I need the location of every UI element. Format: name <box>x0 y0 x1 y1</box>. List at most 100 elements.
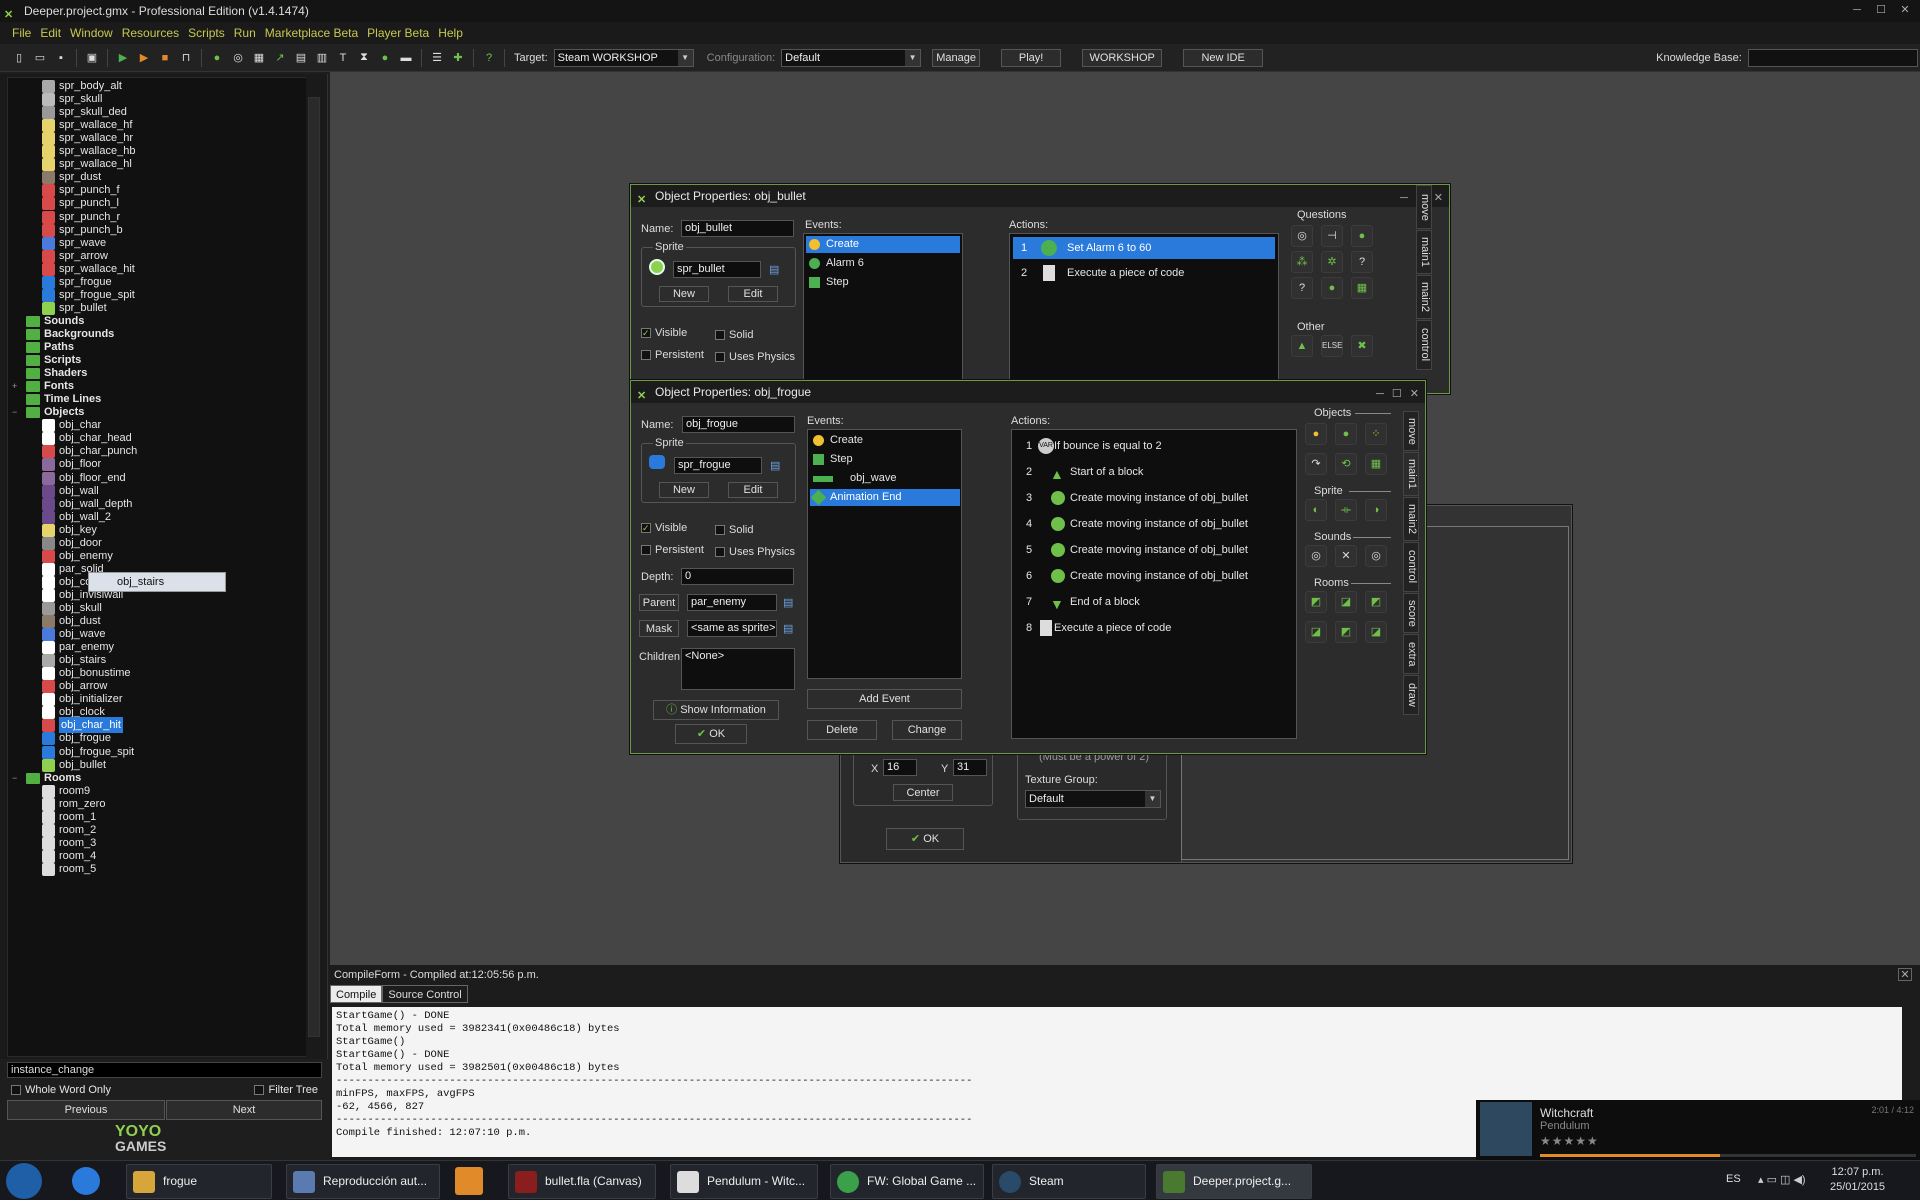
lib-check-next-icon[interactable]: ◪ <box>1365 621 1387 643</box>
track-progress[interactable] <box>1540 1154 1721 1157</box>
run-icon[interactable]: ▶ <box>114 49 132 67</box>
play-button[interactable]: Play! <box>1001 48 1062 67</box>
tab-move[interactable]: move <box>1403 411 1419 451</box>
maximize-icon[interactable]: ☐ <box>1392 383 1402 405</box>
menu-scripts[interactable]: Scripts <box>188 26 225 40</box>
show-information-button[interactable]: ⓘ Show Information <box>653 700 779 720</box>
minimize-icon[interactable]: ─ <box>1848 3 1866 17</box>
save-icon[interactable]: ▪ <box>52 49 70 67</box>
path-icon[interactable]: ↗ <box>271 49 289 67</box>
new-sprite-button[interactable]: New <box>659 286 709 302</box>
lib-question-icon[interactable]: ? <box>1351 251 1373 273</box>
tab-draw[interactable]: draw <box>1403 675 1419 715</box>
name-input[interactable]: obj_bullet <box>681 220 794 237</box>
lib-test-icon[interactable]: ⊣ <box>1321 225 1343 247</box>
font-icon[interactable]: T <box>334 49 352 67</box>
maximize-icon[interactable]: ☐ <box>1872 3 1890 17</box>
timeline-icon[interactable]: ⧗ <box>355 49 373 67</box>
menu-resources[interactable]: Resources <box>122 26 179 40</box>
tab-source-control[interactable]: Source Control <box>382 985 468 1003</box>
ok-button[interactable]: ✔ OK <box>675 724 747 744</box>
configuration-select[interactable]: Default ▼ <box>781 48 922 67</box>
parent-button[interactable]: Parent <box>639 594 679 611</box>
solid-checkbox[interactable]: Solid <box>715 524 753 536</box>
expand-icon[interactable]: + <box>12 378 17 394</box>
mask-button[interactable]: Mask <box>639 620 679 637</box>
lib-create-random-icon[interactable]: ⁘ <box>1365 423 1387 445</box>
sprite-menu-icon[interactable]: ▤ <box>770 459 780 472</box>
persistent-checkbox[interactable]: Persistent <box>641 349 704 361</box>
stop-icon[interactable]: ■ <box>156 49 174 67</box>
lib-test-icon[interactable]: ● <box>1321 277 1343 299</box>
tab-main1[interactable]: main1 <box>1416 230 1432 274</box>
taskbar-item-chrome[interactable]: FW: Global Game ... <box>830 1164 984 1199</box>
menu-file[interactable]: File <box>12 26 31 40</box>
tree-item-room[interactable]: room_5 <box>42 861 96 877</box>
tab-move[interactable]: move <box>1416 185 1432 229</box>
shader-icon[interactable]: ▥ <box>313 49 331 67</box>
event-step[interactable]: Step <box>810 451 960 468</box>
parent-input[interactable]: par_enemy <box>687 594 777 611</box>
close-icon[interactable]: ✕ <box>1898 968 1912 981</box>
lib-check-sound-icon[interactable]: ◎ <box>1365 545 1387 567</box>
sound-icon[interactable]: ◎ <box>229 49 247 67</box>
name-input[interactable]: obj_frogue <box>682 416 795 433</box>
event-create[interactable]: Create <box>810 432 960 449</box>
taskbar-item-gamemaker[interactable]: Deeper.project.g... <box>1156 1164 1312 1199</box>
lib-test-icon[interactable]: ✲ <box>1321 251 1343 273</box>
taskbar-item-flash[interactable]: bullet.fla (Canvas) <box>508 1164 656 1199</box>
ie-icon[interactable] <box>72 1167 100 1195</box>
sprite-input[interactable]: spr_frogue <box>674 457 762 474</box>
resource-tree[interactable]: spr_body_alt spr_skull spr_skull_ded spr_wa… <box>7 77 307 1057</box>
lib-change-instance-icon[interactable]: ↷ <box>1305 453 1327 475</box>
tab-extra[interactable]: extra <box>1403 634 1419 674</box>
lib-test-icon[interactable]: ⁂ <box>1291 251 1313 273</box>
sprite-ok-button[interactable]: ✔ OK <box>886 828 964 850</box>
add-event-button[interactable]: Add Event <box>807 689 962 709</box>
room-icon[interactable]: ▬ <box>397 49 415 67</box>
taskbar-item-media-player[interactable]: Reproducción aut... <box>286 1164 440 1199</box>
solid-checkbox[interactable]: Solid <box>715 329 753 341</box>
origin-y-input[interactable]: 31 <box>953 759 987 776</box>
minimize-icon[interactable]: ─ <box>1400 187 1408 209</box>
depth-input[interactable]: 0 <box>681 568 794 585</box>
lib-previous-room-icon[interactable]: ◩ <box>1305 591 1327 613</box>
actions-list[interactable]: 1 VAR If bounce is equal to 2 2 ▲ Start of a… <box>1011 429 1297 739</box>
lib-question-icon[interactable]: ? <box>1291 277 1313 299</box>
lib-next-room-icon[interactable]: ◪ <box>1335 591 1357 613</box>
mask-input[interactable]: <same as sprite> <box>687 620 777 637</box>
lib-check-previous-icon[interactable]: ◩ <box>1335 621 1357 643</box>
rating-stars-icon[interactable]: ★★★★★ <box>1540 1134 1599 1148</box>
language-indicator[interactable]: ES <box>1726 1173 1741 1185</box>
sprite-icon[interactable]: ● <box>208 49 226 67</box>
lib-transform-sprite-icon[interactable]: ⟛ <box>1335 499 1357 521</box>
tab-control[interactable]: control <box>1416 320 1432 370</box>
tab-main1[interactable]: main1 <box>1403 452 1419 496</box>
action-row[interactable]: 7 ▼ End of a block <box>1014 591 1294 613</box>
menu-run[interactable]: Run <box>234 26 256 40</box>
minimize-icon[interactable]: ─ <box>1376 383 1384 405</box>
lib-different-room-icon[interactable]: ◪ <box>1305 621 1327 643</box>
parent-menu-icon[interactable]: ▤ <box>783 596 793 609</box>
menu-player[interactable]: Player Beta <box>367 26 429 40</box>
sprite-menu-icon[interactable]: ▤ <box>769 263 779 276</box>
lib-destroy-instance-icon[interactable]: ⟲ <box>1335 453 1357 475</box>
tab-score[interactable]: score <box>1403 593 1419 633</box>
lib-test-icon[interactable]: ◎ <box>1291 225 1313 247</box>
action-row[interactable]: 2 ▲ Start of a block <box>1014 461 1294 483</box>
tab-main2[interactable]: main2 <box>1416 275 1432 319</box>
background-icon[interactable]: ▦ <box>250 49 268 67</box>
action-row[interactable]: 6 Create moving instance of obj_bullet <box>1014 565 1294 587</box>
lib-else-icon[interactable]: ELSE <box>1321 335 1343 357</box>
event-animation-end[interactable]: Animation End <box>810 489 960 506</box>
visible-checkbox[interactable]: ✓ Visible <box>641 327 687 339</box>
lib-grid-icon[interactable]: ▦ <box>1351 277 1373 299</box>
expand-icon[interactable]: − <box>12 404 17 420</box>
actions-list[interactable]: 1 Set Alarm 6 to 60 2 Execute a piece of c… <box>1009 233 1279 393</box>
lib-exit-icon[interactable]: ✖ <box>1351 335 1373 357</box>
lib-restart-room-icon[interactable]: ◩ <box>1365 591 1387 613</box>
action-row[interactable]: 1 Set Alarm 6 to 60 <box>1013 237 1275 259</box>
uses-physics-checkbox[interactable]: Uses Physics <box>715 546 795 558</box>
action-row[interactable]: 3 Create moving instance of obj_bullet <box>1014 487 1294 509</box>
change-event-button[interactable]: Change <box>892 720 962 740</box>
